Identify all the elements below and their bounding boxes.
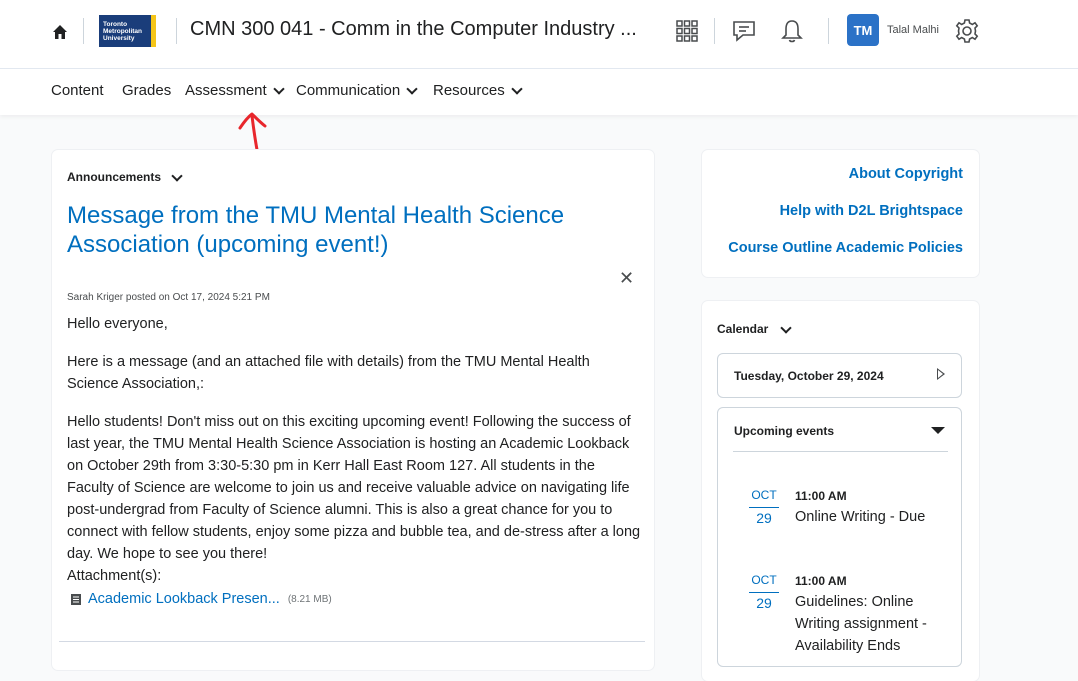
chevron-down-icon [273,83,285,95]
nav-label: Communication [296,82,401,99]
event-time: 11:00 AM [795,489,847,503]
next-day-icon[interactable] [937,368,945,380]
home-icon[interactable] [51,22,69,42]
nav-item-grades[interactable]: Grades [122,82,171,99]
event-day: 29 [749,507,779,526]
settings-gear-icon[interactable] [954,18,980,44]
event-month: OCT [751,573,777,587]
attachment-row: Academic Lookback Presen... (8.21 MB) [70,591,332,607]
nav-item-resources[interactable]: Resources [433,82,523,99]
calendar-widget-header[interactable]: Calendar [717,321,793,336]
event-day: 29 [749,592,779,611]
nav-item-assessment[interactable]: Assessment [185,82,285,99]
logo-line: University [103,34,135,42]
about-copyright-link[interactable]: About Copyright [849,166,963,182]
course-outline-policies-link[interactable]: Course Outline Academic Policies [728,240,963,256]
event-title[interactable]: Online Writing - Due [795,506,945,528]
attachment-link[interactable]: Academic Lookback Presen... [88,591,280,607]
divider [83,18,84,44]
event-time: 11:00 AM [795,574,847,588]
announcement-body: Hello students! Don't miss out on this e… [67,414,641,562]
nav-label: Assessment [185,82,267,99]
help-d2l-link[interactable]: Help with D2L Brightspace [780,203,963,219]
announcement-greeting: Hello everyone, [67,316,168,332]
notification-bell-icon[interactable] [779,18,805,44]
document-icon [71,593,81,605]
announcement-byline: Sarah Kriger posted on Oct 17, 2024 5:21… [67,292,270,303]
divider [828,18,829,44]
nav-item-communication[interactable]: Communication [296,82,418,99]
divider [59,641,645,642]
chevron-down-icon [171,169,183,182]
user-name[interactable]: Talal Malhi [887,24,939,36]
widget-title: Announcements [67,170,162,184]
calendar-date: Tuesday, October 29, 2024 [734,369,884,383]
nav-item-content[interactable]: Content [51,82,104,99]
attachments-label: Attachment(s): [67,568,162,584]
announcement-intro: Here is a message (and an attached file … [67,354,590,392]
message-alerts-icon[interactable] [731,18,757,44]
upcoming-events-panel: Upcoming events OCT 29 11:00 AM Online W… [717,407,962,667]
nav-label: Resources [433,82,505,99]
nav-label: Grades [122,82,172,99]
announcements-widget-header[interactable]: Announcements [67,169,183,184]
calendar-date-selector[interactable]: Tuesday, October 29, 2024 [717,353,962,398]
divider [714,18,715,44]
announcement-headline[interactable]: Message from the TMU Mental Health Scien… [67,201,607,259]
upcoming-events-title[interactable]: Upcoming events [734,424,834,438]
chevron-down-icon [406,83,418,95]
course-title[interactable]: CMN 300 041 - Comm in the Computer Indus… [190,18,637,41]
logo-line: Metropolitan [103,27,142,35]
widget-title: Calendar [717,322,769,336]
logo-line: Toronto [103,20,128,28]
avatar[interactable]: TM [847,14,879,46]
chevron-down-icon [780,321,793,334]
close-icon[interactable]: ✕ [619,268,634,289]
chevron-down-icon [511,83,523,95]
divider [733,451,948,452]
event-month: OCT [751,488,777,502]
event-title[interactable]: Guidelines: Online Writing assignment - … [795,591,945,657]
attachment-size: (8.21 MB) [287,593,332,605]
caret-down-icon[interactable] [931,427,945,434]
nav-label: Content [51,82,104,99]
university-logo[interactable]: Toronto Metropolitan University [99,15,156,47]
divider [176,18,177,44]
course-selector-grid-icon[interactable] [674,18,700,44]
